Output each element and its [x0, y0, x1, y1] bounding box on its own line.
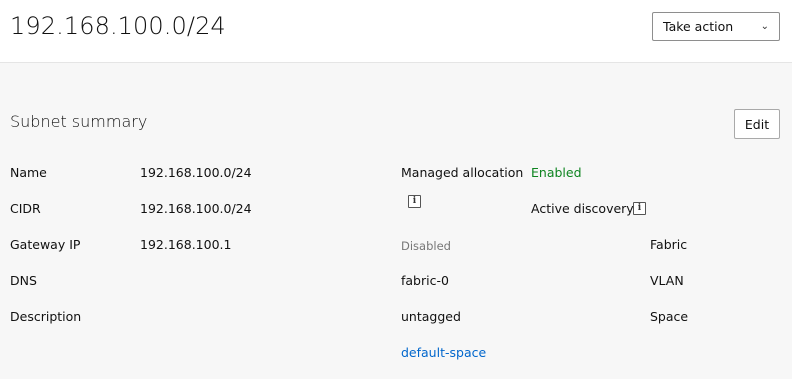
field-label-dns: DNS	[10, 273, 37, 288]
field-value-cidr: 192.168.100.0/24	[140, 201, 252, 216]
edit-button[interactable]: Edit	[734, 109, 780, 139]
section-title: Subnet summary	[10, 112, 148, 131]
chevron-down-icon: ⌄	[760, 21, 769, 32]
page-header: 192.168.100.0/24 Take action ⌄	[0, 0, 792, 63]
managed-allocation-value: Enabled	[531, 165, 582, 180]
take-action-dropdown[interactable]: Take action ⌄	[652, 12, 780, 41]
active-discovery-info-icon[interactable]: i	[633, 202, 646, 215]
field-label-cidr: CIDR	[10, 201, 41, 216]
field-value-gateway-ip: 192.168.100.1	[140, 237, 232, 252]
fabric-value: fabric-0	[401, 273, 449, 288]
page-title: 192.168.100.0/24	[10, 12, 226, 40]
vlan-label: VLAN	[650, 273, 684, 288]
take-action-label: Take action	[663, 19, 734, 34]
space-value-link[interactable]: default-space	[401, 345, 486, 361]
managed-allocation-label: Managed allocation	[401, 165, 524, 180]
field-value-name: 192.168.100.0/24	[140, 165, 252, 180]
fabric-label: Fabric	[650, 237, 688, 252]
field-label-description: Description	[10, 309, 82, 324]
space-label: Space	[650, 309, 689, 324]
vlan-value: untagged	[401, 309, 461, 324]
managed-allocation-info-icon[interactable]: i	[408, 195, 421, 208]
field-label-name: Name	[10, 165, 47, 180]
active-discovery-value: Disabled	[401, 239, 451, 253]
field-label-gateway-ip: Gateway IP	[10, 237, 81, 252]
active-discovery-label: Active discovery	[531, 201, 634, 216]
